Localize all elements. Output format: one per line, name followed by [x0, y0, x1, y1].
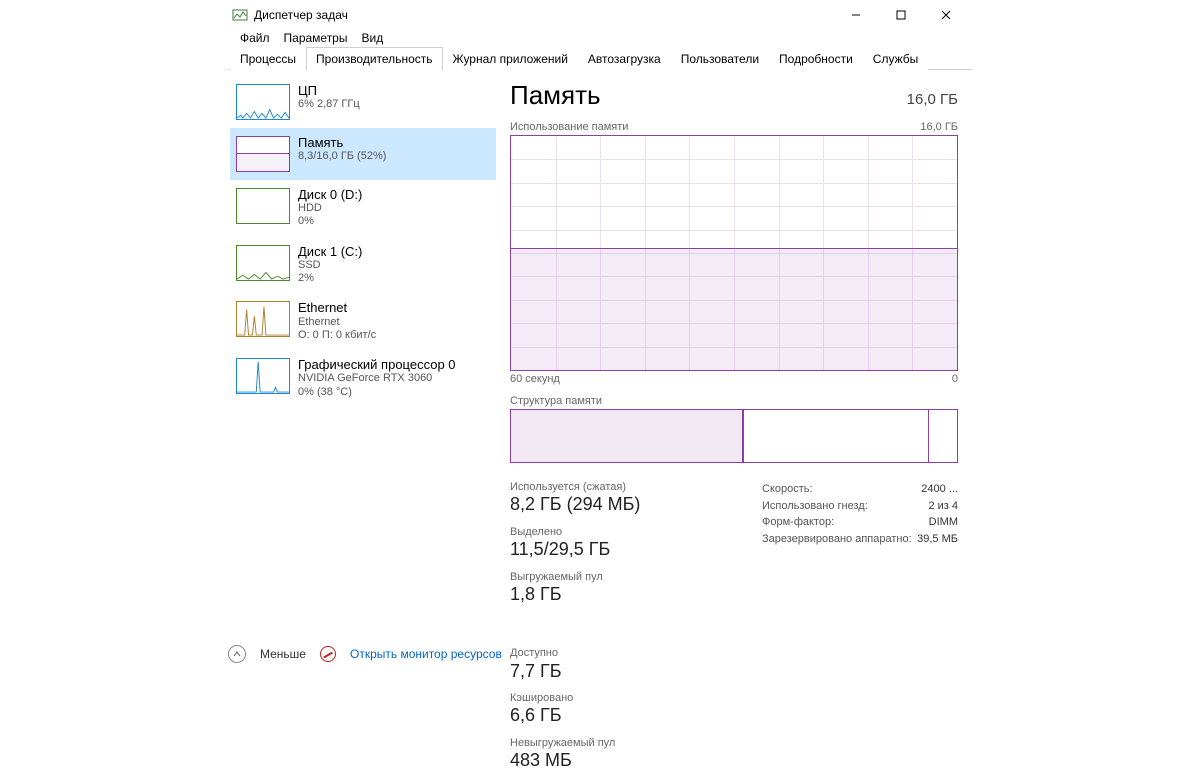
memory-title: Память	[298, 136, 386, 150]
fewer-details-link[interactable]: Меньше	[260, 647, 306, 661]
form-label: Форм-фактор:	[762, 514, 834, 531]
gpu-sub2: 0% (38 °C)	[298, 386, 456, 399]
tab-performance[interactable]: Производительность	[306, 47, 442, 70]
disk0-title: Диск 0 (D:)	[298, 188, 362, 202]
menu-file[interactable]: Файл	[234, 30, 276, 46]
memory-composition-bar[interactable]	[510, 409, 958, 463]
ethernet-thumb-icon	[236, 301, 290, 337]
window-title: Диспетчер задач	[254, 8, 833, 22]
gpu-title: Графический процессор 0	[298, 358, 456, 372]
reserved-label: Зарезервировано аппаратно:	[762, 531, 912, 548]
gpu-thumb-icon	[236, 358, 290, 394]
avail-value: 7,7 ГБ	[510, 661, 615, 683]
cached-label: Кэшировано	[510, 692, 615, 705]
cpu-title: ЦП	[298, 84, 360, 98]
disk1-thumb-icon	[236, 245, 290, 281]
tab-processes[interactable]: Процессы	[230, 47, 306, 70]
tab-details[interactable]: Подробности	[769, 47, 863, 70]
maximize-button[interactable]	[878, 0, 923, 30]
task-manager-window: Диспетчер задач Файл Параметры Вид Проце…	[228, 0, 972, 675]
reserved-value: 39,5 МБ	[917, 531, 958, 548]
cached-value: 6,6 ГБ	[510, 705, 615, 727]
page-title: Память	[510, 80, 601, 111]
disk0-sub2: 0%	[298, 215, 362, 228]
paged-value: 1,8 ГБ	[510, 584, 640, 606]
disk1-title: Диск 1 (C:)	[298, 245, 362, 259]
footer-bar: Меньше Открыть монитор ресурсов	[228, 645, 502, 663]
tab-startup[interactable]: Автозагрузка	[578, 47, 671, 70]
sidebar-item-disk0[interactable]: Диск 0 (D:) HDD 0%	[230, 180, 496, 237]
menu-options[interactable]: Параметры	[278, 30, 354, 46]
close-button[interactable]	[923, 0, 968, 30]
paged-label: Выгружаемый пул	[510, 571, 640, 584]
speed-label: Скорость:	[762, 481, 813, 498]
nonpaged-value: 483 МБ	[510, 750, 615, 772]
ethernet-sub1: Ethernet	[298, 316, 376, 329]
memory-info-grid: Скорость: 2400 ... Использовано гнезд: 2 и…	[762, 481, 958, 782]
graph-max: 16,0 ГБ	[920, 121, 958, 133]
tab-strip: Процессы Производительность Журнал прило…	[228, 46, 972, 70]
nonpaged-label: Невыгружаемый пул	[510, 737, 615, 750]
commit-value: 11,5/29,5 ГБ	[510, 539, 640, 561]
sidebar-item-gpu[interactable]: Графический процессор 0 NVIDIA GeForce R…	[230, 350, 496, 407]
menu-view[interactable]: Вид	[355, 30, 389, 46]
disk1-sub1: SSD	[298, 259, 362, 272]
disk0-thumb-icon	[236, 188, 290, 224]
comp-divider-1	[743, 410, 744, 462]
memory-usage-graph[interactable]	[510, 135, 958, 371]
graph-label: Использование памяти	[510, 121, 628, 133]
sidebar-item-memory[interactable]: Память 8,3/16,0 ГБ (52%)	[230, 128, 496, 180]
gpu-sub1: NVIDIA GeForce RTX 3060	[298, 372, 456, 385]
cpu-sub: 6% 2,87 ГГц	[298, 98, 360, 111]
ethernet-sub2: О: 0 П: 0 кбит/с	[298, 329, 376, 342]
commit-label: Выделено	[510, 526, 640, 539]
memory-sub: 8,3/16,0 ГБ (52%)	[298, 150, 386, 163]
resource-monitor-icon	[320, 646, 336, 662]
ethernet-title: Ethernet	[298, 301, 376, 315]
composition-label: Структура памяти	[510, 395, 958, 407]
chevron-up-icon[interactable]	[228, 645, 246, 663]
sidebar-item-disk1[interactable]: Диск 1 (C:) SSD 2%	[230, 237, 496, 294]
comp-used-segment	[511, 410, 743, 462]
minimize-button[interactable]	[833, 0, 878, 30]
used-label: Используется (сжатая)	[510, 481, 640, 494]
sidebar-item-cpu[interactable]: ЦП 6% 2,87 ГГц	[230, 76, 496, 128]
tab-app-history[interactable]: Журнал приложений	[443, 47, 578, 70]
axis-left: 60 секунд	[510, 373, 560, 385]
tab-users[interactable]: Пользователи	[671, 47, 769, 70]
title-bar[interactable]: Диспетчер задач	[228, 0, 972, 30]
axis-right: 0	[952, 373, 958, 385]
cpu-thumb-icon	[236, 84, 290, 120]
memory-thumb-icon	[236, 136, 290, 172]
app-icon	[232, 7, 248, 23]
disk0-sub1: HDD	[298, 202, 362, 215]
slots-label: Использовано гнезд:	[762, 498, 868, 515]
disk1-sub2: 2%	[298, 272, 362, 285]
avail-label: Доступно	[510, 647, 615, 660]
used-value: 8,2 ГБ (294 МБ)	[510, 494, 640, 516]
memory-capacity: 16,0 ГБ	[907, 91, 958, 108]
tab-services[interactable]: Службы	[863, 47, 928, 70]
speed-value: 2400 ...	[921, 481, 958, 498]
slots-value: 2 из 4	[928, 498, 958, 515]
sidebar-item-ethernet[interactable]: Ethernet Ethernet О: 0 П: 0 кбит/с	[230, 293, 496, 350]
form-value: DIMM	[929, 514, 958, 531]
open-resource-monitor-link[interactable]: Открыть монитор ресурсов	[350, 647, 502, 661]
menu-bar: Файл Параметры Вид	[228, 30, 972, 46]
comp-divider-2	[928, 410, 929, 462]
graph-fill	[511, 248, 957, 370]
